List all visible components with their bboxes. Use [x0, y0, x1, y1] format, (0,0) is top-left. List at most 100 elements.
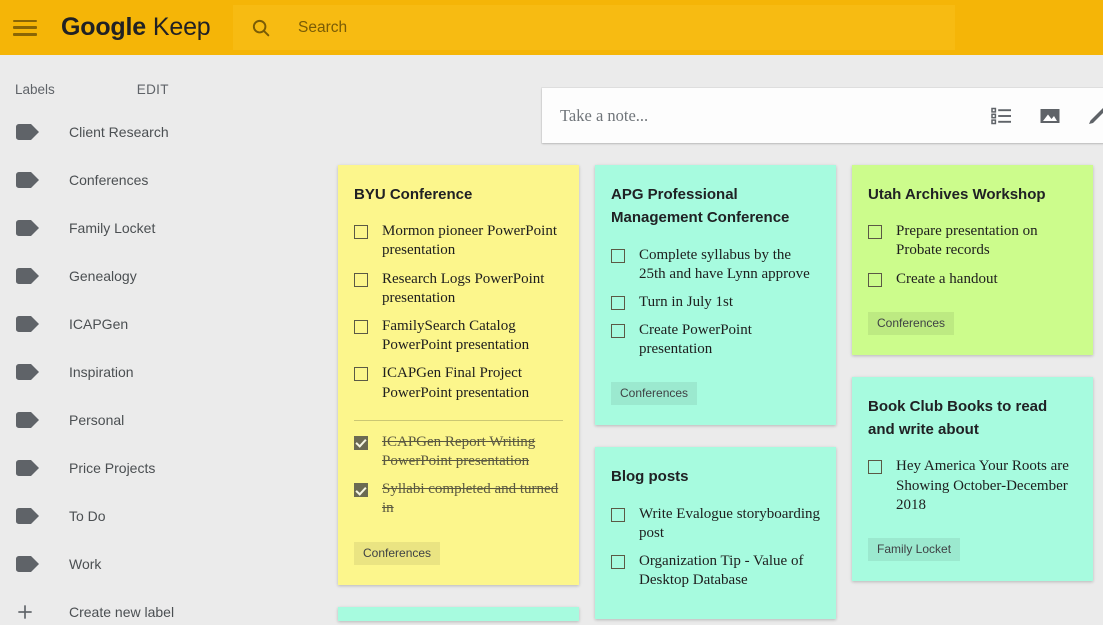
checklist-item-text: ICAPGen Report Writing PowerPoint presen…	[382, 433, 536, 469]
sidebar-item-label: Genealogy	[69, 268, 137, 284]
sidebar-item-label: To Do	[69, 508, 106, 524]
checklist-item[interactable]: Syllabi completed and turned in	[354, 480, 563, 518]
checklist-item[interactable]: Turn in July 1st	[611, 293, 820, 312]
new-list-icon[interactable]	[978, 96, 1026, 136]
sidebar-item-client-research[interactable]: Client Research	[0, 108, 290, 156]
note-label-chips: Conferences	[611, 382, 820, 406]
checklist-item[interactable]: ICAPGen Report Writing PowerPoint presen…	[354, 433, 563, 471]
note-label-chip[interactable]: Conferences	[611, 382, 698, 406]
checkbox-unchecked-icon[interactable]	[868, 460, 882, 475]
checklist-item-text: Write Evalogue storyboarding post	[639, 505, 821, 541]
checklist-item-text: Organization Tip - Value of Desktop Data…	[639, 553, 804, 589]
edit-labels-button[interactable]: EDIT	[137, 82, 169, 97]
note-card[interactable]: Book Club Books to read and write about H…	[852, 376, 1093, 581]
sidebar-item-family-locket[interactable]: Family Locket	[0, 204, 290, 252]
checkbox-unchecked-icon[interactable]	[354, 225, 368, 240]
app-header: Google Keep	[0, 0, 1103, 55]
note-label-chip[interactable]: Conferences	[868, 311, 955, 335]
note-card[interactable]: Utah Archives Workshop Prepare presentati…	[852, 165, 1093, 355]
checklist-item[interactable]: Prepare presentation on Probate records	[868, 222, 1077, 260]
checkbox-unchecked-icon[interactable]	[354, 367, 368, 382]
sidebar-header: Labels EDIT	[0, 70, 290, 108]
sidebar-item-label: Price Projects	[69, 460, 156, 476]
label-tag-icon	[15, 460, 43, 476]
checkbox-unchecked-icon[interactable]	[868, 225, 882, 240]
checklist-item-text: Turn in July 1st	[639, 293, 734, 310]
label-tag-icon	[15, 220, 43, 236]
note-card[interactable]: APG Professional Management Conference Co…	[595, 165, 836, 426]
sidebar-item-price-projects[interactable]: Price Projects	[0, 444, 290, 492]
note-title: Utah Archives Workshop	[868, 186, 1046, 203]
note-title: BYU Conference	[354, 186, 473, 203]
note-card[interactable]: BYU Conference Mormon pioneer PowerPoint …	[338, 165, 579, 585]
note-checklist: Prepare presentation on Probate records C…	[868, 222, 1077, 298]
label-tag-icon	[15, 172, 43, 188]
note-checklist: Mormon pioneer PowerPoint presentation Re…	[354, 222, 563, 527]
label-tag-icon	[15, 364, 43, 380]
checklist-item[interactable]: Research Logs PowerPoint presentation	[354, 270, 563, 308]
note-checklist: Write Evalogue storyboarding post Organiz…	[611, 505, 820, 600]
note-label-chip[interactable]: Conferences	[354, 541, 441, 565]
completed-items-divider	[354, 419, 563, 421]
checklist-item[interactable]: Mormon pioneer PowerPoint presentation	[354, 222, 563, 260]
sidebar-item-work[interactable]: Work	[0, 540, 290, 588]
note-card[interactable]	[338, 606, 579, 621]
take-a-note-placeholder[interactable]: Take a note...	[560, 106, 978, 126]
checkbox-unchecked-icon[interactable]	[611, 248, 625, 263]
checklist-item-text: Prepare presentation on Probate records	[896, 223, 1038, 259]
checklist-item[interactable]: Create a handout	[868, 270, 1077, 289]
labels-sidebar: Labels EDIT Client Research Conferences Fa…	[0, 55, 290, 625]
checklist-item[interactable]: Organization Tip - Value of Desktop Data…	[611, 552, 820, 590]
sidebar-item-to-do[interactable]: To Do	[0, 492, 290, 540]
checklist-item-text: Hey America Your Roots are Showing Octob…	[896, 458, 1069, 513]
note-checklist: Complete syllabus by the 25th and have L…	[611, 246, 820, 369]
labels-title: Labels	[15, 81, 55, 97]
sidebar-item-label: Personal	[69, 412, 125, 428]
hamburger-menu-icon[interactable]	[13, 18, 39, 38]
sidebar-item-conferences[interactable]: Conferences	[0, 156, 290, 204]
take-a-note-bar[interactable]: Take a note...	[542, 88, 1103, 143]
checklist-item[interactable]: Hey America Your Roots are Showing Octob…	[868, 457, 1077, 515]
checklist-item-text: Create a handout	[896, 270, 998, 287]
checkbox-unchecked-icon[interactable]	[354, 272, 368, 287]
sidebar-item-genealogy[interactable]: Genealogy	[0, 252, 290, 300]
sidebar-item-icapgen[interactable]: ICAPGen	[0, 300, 290, 348]
note-label-chip[interactable]: Family Locket	[868, 537, 961, 561]
search-bar[interactable]	[233, 5, 955, 50]
checklist-item-text: ICAPGen Final Project PowerPoint present…	[382, 365, 530, 401]
search-icon	[250, 17, 272, 39]
sidebar-item-personal[interactable]: Personal	[0, 396, 290, 444]
new-drawing-icon[interactable]	[1074, 96, 1103, 136]
sidebar-item-inspiration[interactable]: Inspiration	[0, 348, 290, 396]
checkbox-unchecked-icon[interactable]	[611, 295, 625, 310]
checkbox-unchecked-icon[interactable]	[611, 507, 625, 522]
checkbox-checked-icon[interactable]	[354, 483, 368, 498]
sidebar-item-label: Family Locket	[69, 220, 156, 236]
checkbox-unchecked-icon[interactable]	[868, 272, 882, 287]
note-card[interactable]: Blog posts Write Evalogue storyboarding p…	[595, 447, 836, 620]
checkbox-unchecked-icon[interactable]	[354, 320, 368, 334]
checklist-item[interactable]: Complete syllabus by the 25th and have L…	[611, 246, 820, 284]
note-label-chips: Conferences	[354, 541, 563, 565]
note-checklist: Hey America Your Roots are Showing Octob…	[868, 457, 1077, 524]
new-image-icon[interactable]	[1026, 96, 1074, 136]
notes-column-3: Utah Archives Workshop Prepare presentati…	[852, 165, 1093, 625]
search-input[interactable]	[298, 12, 898, 43]
notes-grid: BYU Conference Mormon pioneer PowerPoint …	[338, 165, 1103, 625]
label-tag-icon	[15, 508, 43, 524]
checklist-item[interactable]: FamilySearch Catalog PowerPoint presenta…	[354, 317, 563, 355]
plus-icon	[15, 602, 43, 622]
checklist-item[interactable]: Create PowerPoint presentation	[611, 321, 820, 359]
note-title: Book Club Books to read and write about	[868, 397, 1048, 439]
checkbox-unchecked-icon[interactable]	[611, 324, 625, 339]
checkbox-checked-icon[interactable]	[354, 435, 368, 450]
checklist-item[interactable]: Write Evalogue storyboarding post	[611, 505, 820, 543]
sidebar-item-create-new-label[interactable]: Create new label	[0, 588, 290, 625]
note-title: APG Professional Management Conference	[611, 186, 790, 227]
brand-google: Google	[61, 13, 146, 41]
checkbox-unchecked-icon[interactable]	[611, 555, 625, 570]
sidebar-item-label: Conferences	[69, 172, 149, 188]
note-label-chips: Family Locket	[868, 537, 1077, 561]
checklist-item[interactable]: ICAPGen Final Project PowerPoint present…	[354, 364, 563, 402]
label-tag-icon	[15, 316, 43, 332]
